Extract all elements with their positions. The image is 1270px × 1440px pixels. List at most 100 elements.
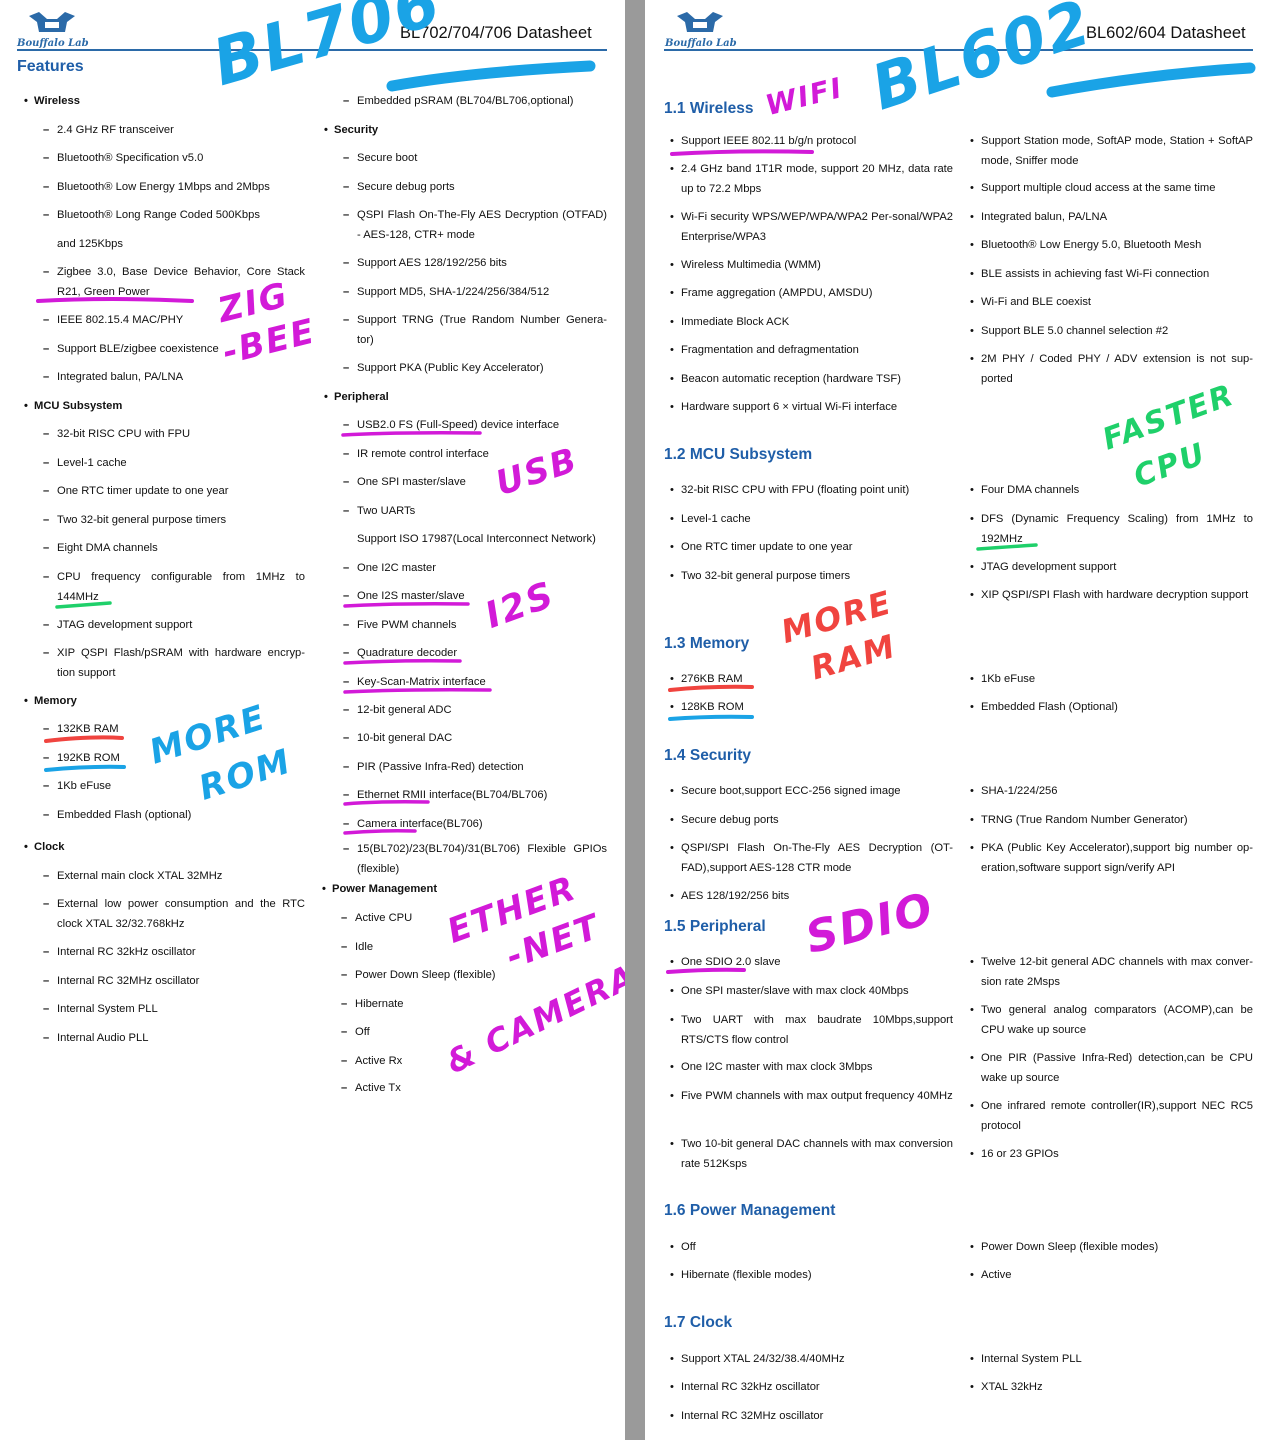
- list-item: 1Kb eFuse: [970, 669, 1035, 689]
- list-item: Four DMA channels: [970, 480, 1079, 500]
- list-item: Internal System PLL: [43, 999, 158, 1019]
- list-item: TRNG (True Random Number Generator): [970, 810, 1188, 830]
- list-item: Active Tx: [341, 1078, 401, 1098]
- annotation-bl602: BL602: [863, 0, 1101, 125]
- list-item: XIP QSPI Flash/pSRAM with hardware encry…: [43, 643, 305, 683]
- list-item: Internal RC 32MHz oscillator: [670, 1406, 823, 1426]
- list-item: Two 32-bit general purpose timers: [670, 566, 850, 586]
- list-item: Key-Scan-Matrix interface: [343, 672, 486, 692]
- list-item: Active Rx: [341, 1051, 402, 1071]
- list-item: Eight DMA channels: [43, 538, 158, 558]
- list-item: Wi-Fi and BLE coexist: [970, 292, 1091, 312]
- group-mcu: MCU Subsystem: [24, 396, 122, 416]
- list-item: Bluetooth® Low Energy 5.0, Bluetooth Mes…: [970, 235, 1201, 255]
- list-item: IEEE 802.15.4 MAC/PHY: [43, 310, 183, 330]
- annotation-i2s: I2S: [480, 574, 561, 637]
- list-item: Bluetooth® Long Range Coded 500Kbps: [43, 205, 260, 225]
- list-item: One infrared remote controller(IR),suppo…: [970, 1096, 1253, 1136]
- list-item: CPU frequency configurable from 1MHz to …: [43, 567, 305, 607]
- list-item: One RTC timer update to one year: [670, 537, 852, 557]
- section-title: 1.2 MCU Subsystem: [664, 446, 813, 463]
- list-item: One I2S master/slave: [343, 586, 465, 606]
- list-item: Immediate Block ACK: [670, 312, 789, 332]
- list-item: PKA (Public Key Accelerator),support big…: [970, 838, 1253, 878]
- bouffalo-logo: Bouffalo Lab: [17, 10, 97, 52]
- list-item: Integrated balun, PA/LNA: [43, 367, 183, 387]
- list-item: Support multiple cloud access at the sam…: [970, 178, 1215, 198]
- page-gutter: [625, 0, 645, 1440]
- bl702-datasheet-page: Bouffalo Lab BL702/704/706 Datasheet Fea…: [0, 0, 625, 1440]
- list-item: One I2C master with max clock 3Mbps: [670, 1057, 872, 1077]
- bull-logo-icon: [677, 12, 723, 32]
- list-item: 1Kb eFuse: [43, 776, 111, 796]
- group-peripheral: Peripheral: [324, 387, 389, 407]
- list-item: Internal RC 32MHz oscillator: [43, 971, 199, 991]
- group-power: Power Management: [322, 879, 437, 899]
- list-item: Secure debug ports: [343, 177, 455, 197]
- list-item: Two 32-bit general purpose timers: [43, 510, 226, 530]
- list-item: Internal System PLL: [970, 1349, 1082, 1369]
- features-heading: Features: [17, 58, 84, 75]
- list-item: Five PWM channels with max output freque…: [670, 1086, 953, 1106]
- list-item: Internal RC 32kHz oscillator: [670, 1377, 820, 1397]
- group-wireless: Wireless: [24, 91, 80, 111]
- list-item: Power Down Sleep (flexible): [341, 965, 495, 985]
- section-title: 1.7 Clock: [664, 1314, 733, 1331]
- list-item: One PIR (Passive Infra-Red) detection,ca…: [970, 1048, 1253, 1088]
- section-title: 1.5 Peripheral: [664, 918, 766, 935]
- list-item: AES 128/192/256 bits: [670, 886, 789, 906]
- list-item: JTAG development support: [970, 557, 1116, 577]
- list-item: External main clock XTAL 32MHz: [43, 866, 222, 886]
- list-item: Support MD5, SHA-1/224/256/384/512: [343, 282, 549, 302]
- list-item: Active: [970, 1265, 1012, 1285]
- list-item: QSPI Flash On-The-Fly AES Decryption (OT…: [343, 205, 607, 245]
- list-item: Level-1 cache: [670, 509, 751, 529]
- list-item: External low power consumption and the R…: [43, 894, 305, 934]
- bl602-datasheet-page: Bouffalo Lab BL602/604 Datasheet 1.1 Wir…: [645, 0, 1270, 1440]
- datasheet-title: BL602/604 Datasheet: [1086, 24, 1246, 42]
- list-item: Twelve 12-bit general ADC channels with …: [970, 952, 1253, 992]
- list-item: 10-bit general DAC: [343, 728, 452, 748]
- group-memory: Memory: [24, 691, 77, 711]
- section-title: 1.3 Memory: [664, 635, 750, 652]
- list-item: Bluetooth® Specification v5.0: [43, 148, 203, 168]
- list-item: 2.4 GHz RF transceiver: [43, 120, 174, 140]
- list-item: Internal Audio PLL: [43, 1028, 149, 1048]
- list-item: IR remote control interface: [343, 444, 489, 464]
- list-item: Ethernet RMII interface(BL704/BL706): [343, 785, 547, 805]
- section-title: 1.1 Wireless: [664, 100, 754, 117]
- list-item: Two 10-bit general DAC channels with max…: [670, 1134, 953, 1174]
- list-item: Hardware support 6 × virtual Wi-Fi inter…: [670, 397, 897, 417]
- list-item: USB2.0 FS (Full-Speed) device interface: [343, 415, 559, 435]
- list-item: JTAG development support: [43, 615, 192, 635]
- list-item: Hibernate (flexible modes): [670, 1265, 812, 1285]
- list-item: Bluetooth® Low Energy 1Mbps and 2Mbps: [43, 177, 270, 197]
- list-item: PIR (Passive Infra-Red) detection: [343, 757, 524, 777]
- list-item: 128KB ROM: [670, 697, 744, 717]
- list-item: One SPI master/slave: [343, 472, 466, 492]
- group-clock: Clock: [24, 837, 65, 857]
- annotation-usb: USB: [490, 439, 584, 505]
- list-item: Camera interface(BL706): [343, 814, 483, 834]
- list-item: Wi-Fi security WPS/WEP/WPA/WPA2 Per-sona…: [670, 207, 953, 247]
- list-item: 276KB RAM: [670, 669, 742, 689]
- list-item: Internal RC 32kHz oscillator: [43, 942, 196, 962]
- list-item: DFS (Dynamic Frequency Scaling) from 1MH…: [970, 509, 1253, 549]
- list-item: Off: [670, 1237, 696, 1257]
- list-item: One I2C master: [343, 558, 436, 578]
- list-item: Secure debug ports: [670, 810, 779, 830]
- list-item: BLE assists in achieving fast Wi-Fi conn…: [970, 264, 1209, 284]
- annotation-faster-cpu: FASTER: [1098, 377, 1240, 458]
- list-item: Off: [341, 1022, 369, 1042]
- list-item: 16 or 23 GPIOs: [970, 1144, 1059, 1164]
- list-item: Five PWM channels: [343, 615, 457, 635]
- list-item: Idle: [341, 937, 373, 957]
- list-item: Wireless Multimedia (WMM): [670, 255, 821, 275]
- list-item: Two general analog comparators (ACOMP),c…: [970, 1000, 1253, 1040]
- group-security: Security: [324, 120, 378, 140]
- list-item: Beacon automatic reception (hardware TSF…: [670, 369, 901, 389]
- bull-logo-icon: [29, 12, 75, 32]
- list-item: One SDIO 2.0 slave: [670, 952, 780, 972]
- list-item: Support PKA (Public Key Accelerator): [343, 358, 544, 378]
- list-item: Two UART with max baudrate 10Mbps,suppor…: [670, 1010, 953, 1050]
